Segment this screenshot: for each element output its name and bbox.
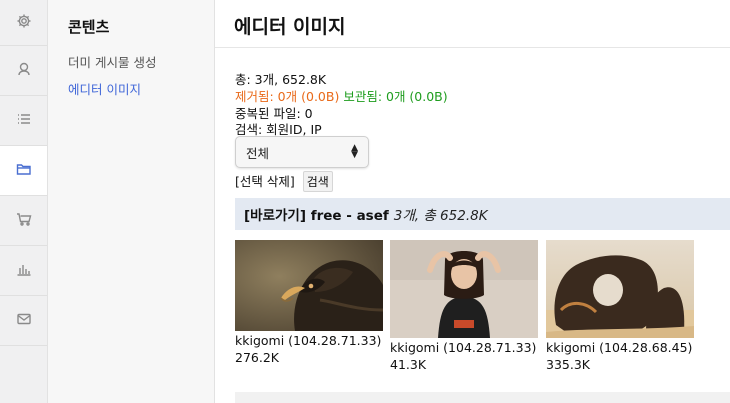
- page-title: 에디터 이미지: [234, 16, 346, 38]
- sidebar-item-statistics[interactable]: [0, 246, 47, 296]
- image-card: kkigomi (104.28.71.33) 276.2K: [235, 240, 383, 365]
- group-summary: 3개, 총 652.8K: [393, 208, 488, 224]
- submenu-item-dummy-posts[interactable]: 더미 게시물 생성: [68, 52, 156, 71]
- search-button[interactable]: 검색: [302, 171, 333, 192]
- sidebar-item-shop[interactable]: [0, 196, 47, 246]
- gear-icon: [16, 13, 32, 33]
- submenu: 콘텐츠 더미 게시물 생성 에디터 이미지: [48, 0, 215, 403]
- image-card: kkigomi (104.28.71.33) 41.3K: [390, 240, 538, 372]
- group-shortcut-link[interactable]: [바로가기] free - asef: [244, 204, 389, 224]
- desert-rock-image[interactable]: [546, 240, 694, 338]
- sidebar-item-boards[interactable]: [0, 96, 47, 146]
- stat-removed: 제거됨: 0개 (0.0B): [235, 89, 340, 104]
- submenu-title: 콘텐츠: [68, 18, 110, 36]
- delete-selected-link[interactable]: [선택 삭제]: [235, 174, 295, 189]
- image-card: kkigomi (104.28.68.45) 335.3K: [546, 240, 694, 372]
- bar-chart-icon: [16, 261, 32, 281]
- woman-portrait-image[interactable]: [390, 240, 538, 338]
- stat-kept: 보관됨: 0개 (0.0B): [343, 89, 448, 104]
- image-size: 276.2K: [235, 350, 279, 365]
- sidebar-item-members[interactable]: [0, 46, 47, 96]
- user-icon: [16, 61, 32, 81]
- sidebar-item-contents[interactable]: [0, 146, 47, 196]
- icon-sidebar: [0, 0, 48, 403]
- list-icon: [16, 111, 32, 131]
- filter-selected-value: 전체: [246, 145, 270, 161]
- bottom-strip: [235, 392, 730, 403]
- title-divider: [215, 47, 730, 48]
- select-caret-icon: ▲ ▼: [351, 143, 358, 160]
- cart-icon: [16, 211, 32, 231]
- folder-icon: [16, 161, 32, 181]
- submenu-item-editor-images[interactable]: 에디터 이미지: [68, 79, 141, 98]
- group-header: [바로가기] free - asef 3개, 총 652.8K: [235, 198, 730, 230]
- image-uploader: kkigomi (104.28.71.33): [235, 333, 382, 348]
- eagle-image[interactable]: [235, 240, 383, 331]
- image-size: 335.3K: [546, 357, 590, 372]
- filter-select[interactable]: 전체 ▲ ▼: [235, 136, 369, 168]
- sidebar-item-settings[interactable]: [0, 0, 47, 46]
- image-size: 41.3K: [390, 357, 427, 372]
- main-content: 에디터 이미지 총: 3개, 652.8K 제거됨: 0개 (0.0B) 보관됨…: [215, 0, 730, 403]
- action-row: [선택 삭제] 검색: [235, 171, 333, 192]
- mail-icon: [16, 311, 32, 331]
- sidebar-item-messages[interactable]: [0, 296, 47, 346]
- image-uploader: kkigomi (104.28.71.33): [390, 340, 537, 355]
- image-uploader: kkigomi (104.28.68.45): [546, 340, 693, 355]
